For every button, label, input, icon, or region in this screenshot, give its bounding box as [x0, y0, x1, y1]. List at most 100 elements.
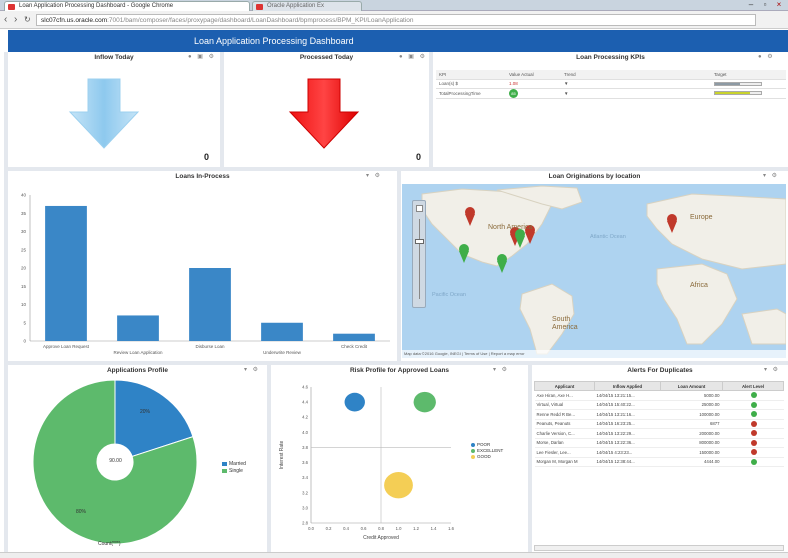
column-header[interactable]: Inflow Applied [594, 381, 661, 391]
alert-level-icon [751, 458, 757, 465]
alert-level-icon [751, 392, 757, 399]
table-cell: Morgan M, Morgan M [534, 457, 595, 467]
panel-toolbar-icons[interactable]: ▾ ⚙ [763, 172, 779, 179]
kpi-row[interactable]: Loan(s) $ 1.08 ▼ [436, 79, 786, 89]
trend-down-icon: ▼ [561, 88, 611, 99]
x-tick-label: 0.0 [308, 526, 314, 531]
kpi-value: 1.08 [506, 79, 561, 89]
table-row[interactable]: Virtual, Virtual 14/04/15 15:40:22... 2500… [534, 400, 784, 410]
browser-tab-strip: Loan Application Processing Dashboard - … [0, 0, 788, 11]
reload-icon[interactable]: ↻ [24, 15, 31, 24]
x-tick-label: 1.6 [448, 526, 454, 531]
y-tick-label: 4.6 [302, 385, 308, 390]
maximize-icon[interactable]: ▫ [758, 0, 772, 10]
bar [189, 268, 231, 341]
map-zoom-control[interactable] [412, 200, 426, 308]
table-row[interactable]: Renne Redd R Be... 14/04/15 13:21:16... 10… [534, 409, 784, 420]
y-tick-label: 4.2 [302, 415, 308, 420]
horizontal-scrollbar[interactable] [534, 545, 784, 551]
slice-label: 80% [76, 509, 87, 515]
trend-down-icon: ▼ [561, 79, 611, 89]
forward-icon[interactable]: › [14, 14, 17, 25]
applications-donut-chart [32, 379, 198, 545]
y-tick-label: 0 [23, 339, 26, 344]
column-header[interactable]: Applicant [534, 381, 595, 391]
kpi-table: KPI Value Actual Trend Target Loan(s) $ … [436, 70, 786, 99]
table-row[interactable]: Lee Fiesler, Lee... 14/04/15 4:23:23... 15… [534, 447, 784, 458]
minimize-icon[interactable]: – [744, 0, 758, 10]
applications-profile-panel: Applications Profile ▾ ⚙ 90.00 20% 80% C… [8, 365, 267, 552]
table-cell: 6877 [660, 419, 723, 429]
y-tick-label: 4.4 [302, 400, 308, 405]
browser-tab-dashboard[interactable]: Loan Application Processing Dashboard - … [4, 1, 250, 11]
oracle-favicon-icon [8, 4, 15, 10]
x-tick-label: 0.8 [378, 526, 384, 531]
map-view[interactable]: North America Europe Africa South Americ… [402, 184, 786, 358]
down-arrow-icon [68, 78, 140, 149]
alert-level-icon [751, 449, 757, 456]
table-cell: Morse, Darlan [534, 438, 595, 448]
back-icon[interactable]: ‹ [4, 14, 7, 25]
target-bar [714, 91, 762, 95]
table-cell: Virtual, Virtual [534, 400, 595, 410]
y-tick-label: 3.0 [302, 505, 308, 510]
table-row[interactable]: Morgan M, Morgan M 14/04/15 12:38:44... 44… [534, 457, 784, 467]
pan-control-icon[interactable] [416, 205, 423, 212]
bubble [413, 391, 436, 413]
panel-toolbar-icons[interactable]: ● ⚙ [758, 53, 775, 60]
map-label-africa: Africa [690, 282, 708, 289]
slice-label: 20% [140, 409, 151, 415]
table-cell: 14/04/15 15:40:22... [594, 400, 661, 410]
table-row[interactable]: Axe Hiran, Axe H... 14/04/15 13:21:15... 5… [534, 390, 784, 401]
table-cell: 14/04/15 13:21:15... [594, 390, 661, 401]
table-cell: 5000.00 [660, 390, 723, 401]
legend-item: Single [222, 468, 246, 475]
alerts-rows: Axe Hiran, Axe H... 14/04/15 13:21:15... 5… [534, 390, 784, 467]
x-tick-label: Check Credit [341, 344, 368, 349]
x-axis-title: Credit Approved [363, 535, 399, 541]
kpi-row[interactable]: TotalProcessingTime 85 ▼ [436, 88, 786, 99]
y-tick-label: 4.0 [302, 430, 308, 435]
legend-item: Married [222, 461, 246, 468]
x-tick-label: 0.4 [343, 526, 349, 531]
table-cell: 14/04/15 13:22:29... [594, 428, 661, 439]
y-tick-label: 20 [21, 266, 27, 271]
alert-level-icon [751, 401, 757, 408]
y-tick-label: 3.4 [302, 475, 308, 480]
map-label-europe: Europe [690, 214, 713, 221]
table-cell: 14/04/15 12:38:44... [594, 457, 661, 467]
column-header[interactable]: Alert Level [722, 381, 784, 391]
y-tick-label: 30 [21, 229, 27, 234]
target-bar [714, 81, 762, 86]
bar [261, 322, 303, 341]
alert-level-icon [751, 420, 757, 427]
column-header: Value Actual [506, 70, 561, 80]
target-bar-fill [715, 82, 741, 85]
close-icon[interactable]: × [772, 0, 786, 10]
column-header[interactable]: Loan Amount [660, 381, 723, 391]
zoom-slider-track[interactable] [419, 219, 420, 299]
bar [333, 333, 375, 341]
table-row[interactable]: Charlie Version, C... 14/04/15 13:22:29..… [534, 428, 784, 439]
map-marker-icon[interactable] [459, 244, 469, 263]
processed-count: 0 [416, 152, 422, 162]
x-tick-label: 0.2 [326, 526, 332, 531]
x-axis-label: Count(***) [98, 541, 121, 547]
x-tick-label: Review Loan Application [113, 350, 163, 355]
column-header [611, 70, 711, 80]
alerts-header-row: Applicant Inflow Applied Loan Amount Ale… [534, 381, 784, 391]
table-cell: Axe Hiran, Axe H... [534, 390, 595, 401]
url-input[interactable]: slc07cfn.us.oracle.com:7001/bam/composer… [36, 14, 756, 26]
column-header: KPI [436, 70, 506, 80]
browser-tab-oracle[interactable]: Oracle Application Ex [252, 1, 362, 11]
target-bar-fill [715, 92, 750, 94]
zoom-slider-handle[interactable] [415, 239, 424, 244]
loans-in-process-panel: Loans In-Process ▾ ⚙ 0 5 10 15 20 25 30 35 40 App… [8, 171, 397, 361]
panel-toolbar-icons[interactable]: ▾ ⚙ [764, 366, 780, 373]
map-label-atlantic: Atlantic Ocean [590, 234, 626, 240]
y-tick-label: 25 [21, 247, 27, 252]
table-row[interactable]: Peanuts, Peanuts 14/04/15 16:23:25... 6877 [534, 419, 784, 429]
map-marker-icon[interactable] [497, 254, 507, 273]
table-cell: 4444.00 [660, 457, 723, 467]
table-row[interactable]: Morse, Darlan 14/04/15 13:22:36... 800000.… [534, 438, 784, 448]
